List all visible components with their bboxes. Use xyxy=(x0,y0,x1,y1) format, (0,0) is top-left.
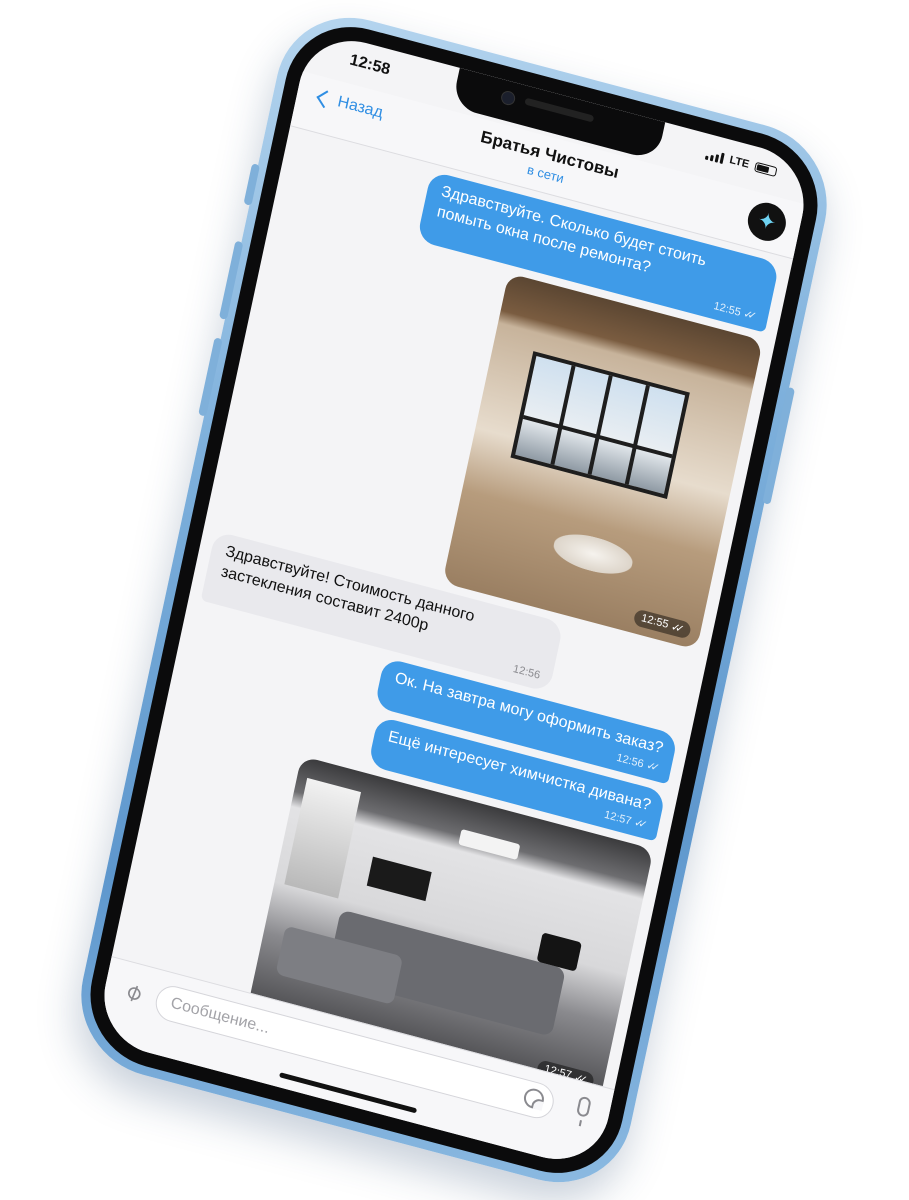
photo-timestamp: 12:55 ✓✓ xyxy=(632,608,692,640)
paperclip-icon[interactable]: ⌀ xyxy=(117,976,151,1009)
status-indicators: LTE xyxy=(704,148,778,178)
read-checks-icon: ✓✓ xyxy=(669,620,681,635)
stage: 12:58 LTE Назад Братья Чистовы в сети ✦ … xyxy=(0,0,909,1200)
window-image xyxy=(510,351,690,499)
mute-switch[interactable] xyxy=(243,163,261,206)
tv-image xyxy=(366,856,432,902)
read-checks-icon: ✓✓ xyxy=(645,759,657,774)
status-time: 12:58 xyxy=(348,51,392,79)
debris-image xyxy=(550,527,636,581)
screen: 12:58 LTE Назад Братья Чистовы в сети ✦ … xyxy=(94,28,814,1172)
earpiece-speaker xyxy=(524,97,595,123)
network-label: LTE xyxy=(728,153,751,171)
photo-message-room[interactable]: 12:55 ✓✓ xyxy=(442,272,764,650)
message-time: 12:55 xyxy=(640,612,670,632)
window-image xyxy=(284,777,362,899)
signal-icon xyxy=(704,148,725,164)
read-checks-icon: ✓✓ xyxy=(742,307,754,322)
read-checks-icon: ✓✓ xyxy=(633,816,644,831)
message-list[interactable]: Здравствуйте. Сколько будет стоить помыт… xyxy=(112,125,794,1091)
microphone-icon[interactable] xyxy=(575,1095,592,1118)
air-conditioner-image xyxy=(458,828,521,860)
front-camera xyxy=(499,89,517,107)
battery-icon xyxy=(753,161,778,178)
phone-device: 12:58 LTE Назад Братья Чистовы в сети ✦ … xyxy=(66,0,842,1200)
sparkle-icon: ✦ xyxy=(755,206,779,236)
